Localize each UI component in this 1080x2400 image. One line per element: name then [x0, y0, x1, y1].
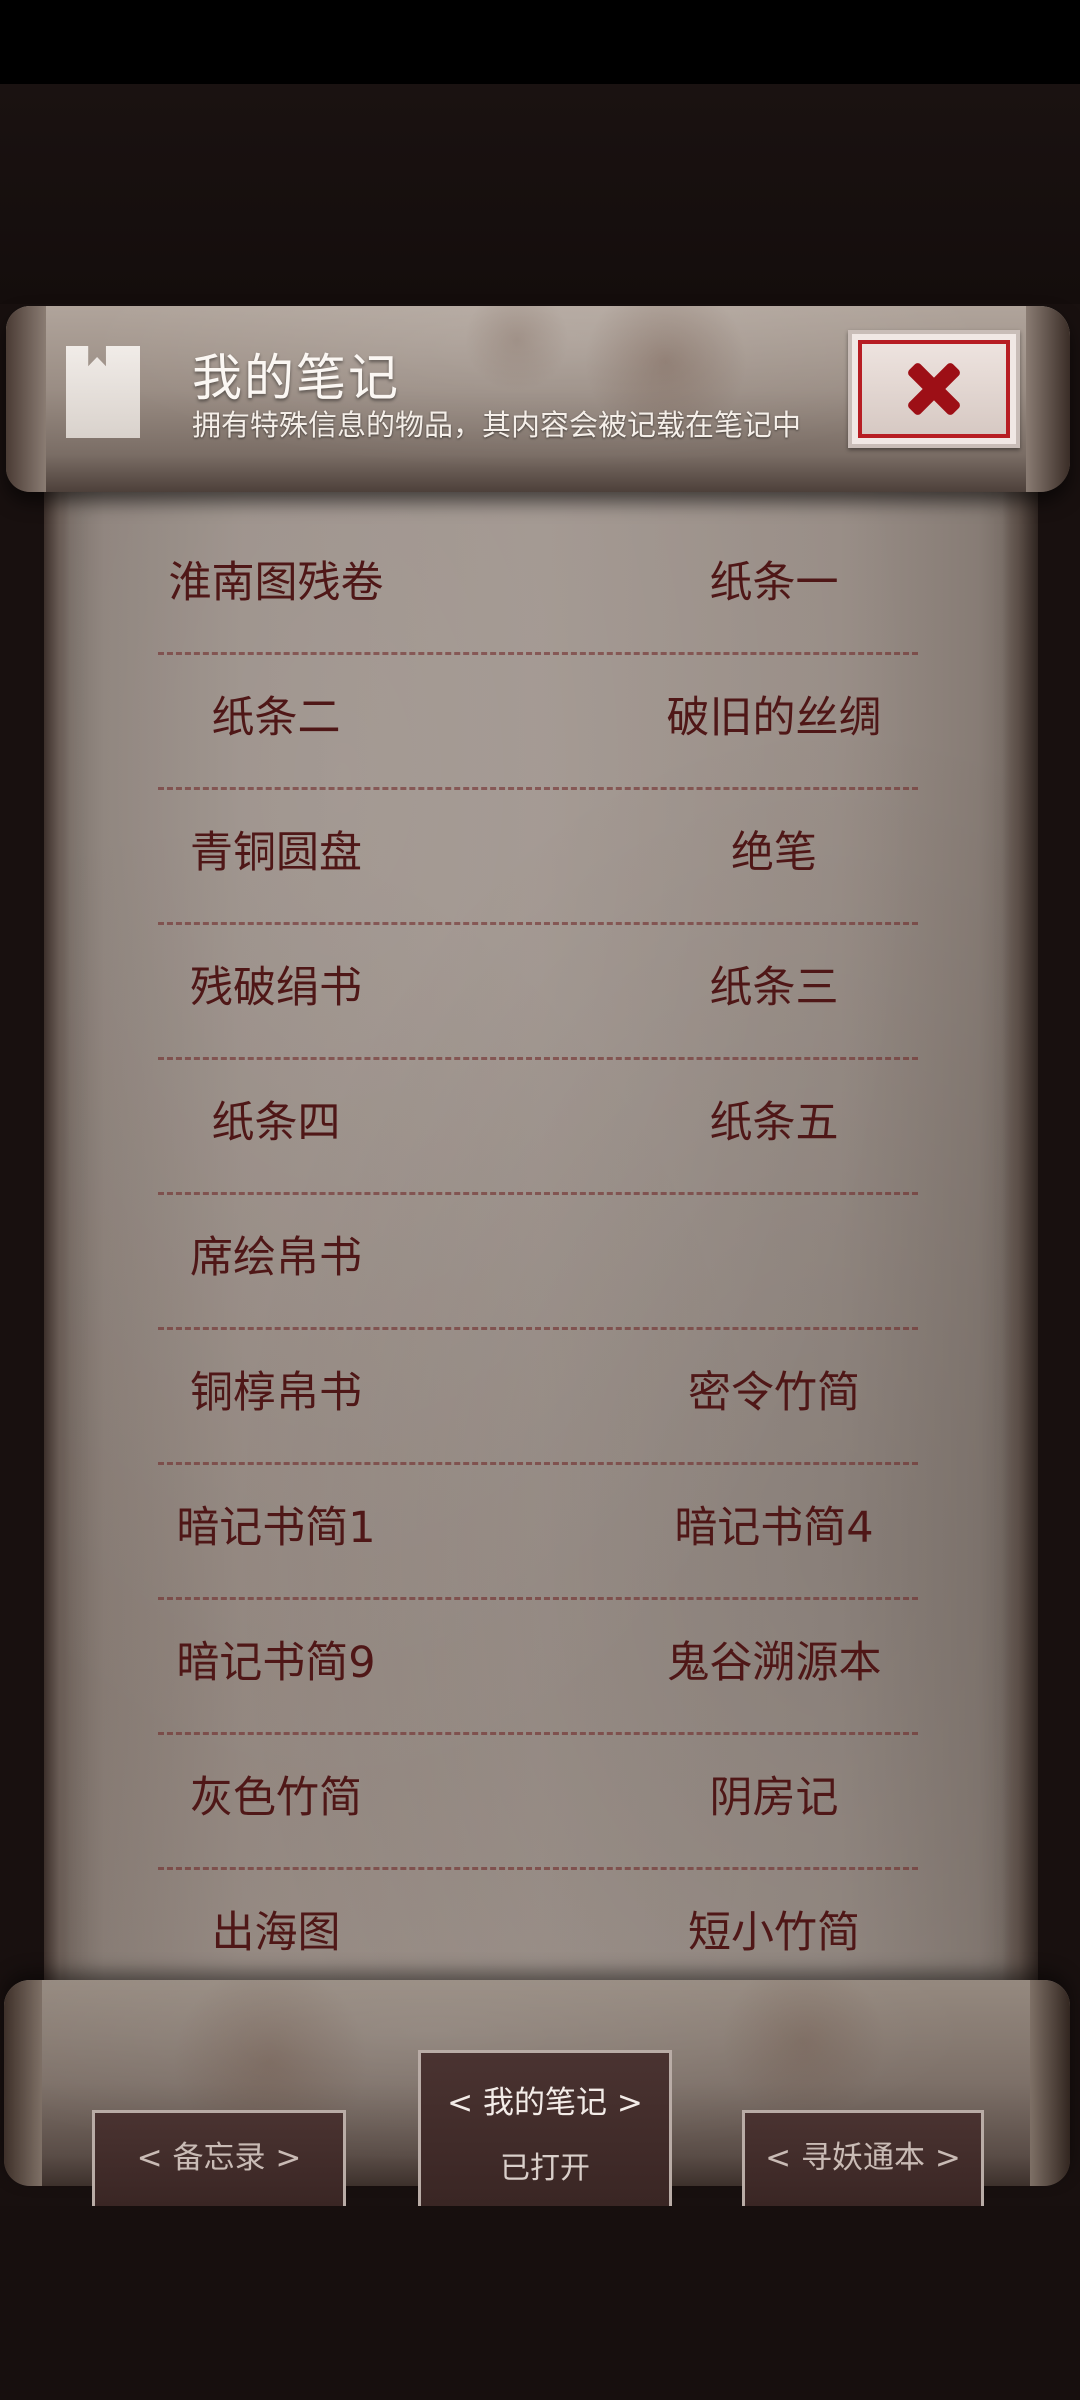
- note-item[interactable]: 破旧的丝绸: [604, 683, 944, 745]
- close-button[interactable]: [848, 330, 1020, 448]
- background-shadow: [0, 84, 1080, 304]
- note-item[interactable]: 阴房记: [604, 1763, 944, 1825]
- note-item[interactable]: 纸条五: [604, 1088, 944, 1150]
- note-row: 淮南图残卷 纸条一: [158, 520, 918, 655]
- note-item[interactable]: 纸条四: [106, 1088, 446, 1150]
- note-item[interactable]: 暗记书简1: [106, 1493, 446, 1555]
- close-icon: [904, 359, 964, 419]
- note-row: 纸条四 纸条五: [158, 1060, 918, 1195]
- status-bar: [0, 0, 1080, 84]
- note-item[interactable]: 纸条三: [604, 953, 944, 1015]
- note-item[interactable]: 灰色竹简: [106, 1763, 446, 1825]
- note-item[interactable]: 出海图: [106, 1898, 446, 1960]
- note-item[interactable]: 短小竹简: [604, 1898, 944, 1960]
- note-row: 纸条二 破旧的丝绸: [158, 655, 918, 790]
- note-item[interactable]: 残破绢书: [106, 953, 446, 1015]
- page-subtitle: 拥有特殊信息的物品，其内容会被记载在笔记中: [192, 408, 802, 442]
- note-row: 席绘帛书: [158, 1195, 918, 1330]
- note-item[interactable]: 淮南图残卷: [106, 548, 446, 610]
- note-item[interactable]: 暗记书简9: [106, 1628, 446, 1690]
- note-row: 灰色竹简 阴房记: [158, 1735, 918, 1870]
- note-item[interactable]: 纸条二: [106, 683, 446, 745]
- note-item[interactable]: 绝笔: [604, 818, 944, 880]
- note-item[interactable]: 密令竹简: [604, 1358, 944, 1420]
- page-title: 我的笔记: [192, 349, 400, 407]
- note-item[interactable]: 纸条一: [604, 548, 944, 610]
- note-row: 青铜圆盘 绝笔: [158, 790, 918, 925]
- note-row: 暗记书简1 暗记书简4: [158, 1465, 918, 1600]
- tab-memo[interactable]: < 备忘录 >: [92, 2110, 346, 2206]
- tab-my-notes-label: < 我的笔记 >: [447, 2085, 643, 2121]
- note-item[interactable]: 青铜圆盘: [106, 818, 446, 880]
- note-row: 暗记书简9 鬼谷溯源本: [158, 1600, 918, 1735]
- note-row: 铜椁帛书 密令竹简: [158, 1330, 918, 1465]
- note-item[interactable]: 铜椁帛书: [106, 1358, 446, 1420]
- bottom-background: [0, 2206, 1080, 2400]
- tab-my-notes[interactable]: < 我的笔记 > 已打开: [418, 2050, 672, 2206]
- note-row: 残破绢书 纸条三: [158, 925, 918, 1060]
- note-item[interactable]: 席绘帛书: [106, 1223, 446, 1285]
- note-item[interactable]: 鬼谷溯源本: [604, 1628, 944, 1690]
- note-item[interactable]: 暗记书简4: [604, 1493, 944, 1555]
- notes-list: 淮南图残卷 纸条一 纸条二 破旧的丝绸 青铜圆盘 绝笔 残破绢书 纸条三 纸条四…: [158, 520, 918, 1990]
- tab-monster-guide[interactable]: < 寻妖通本 >: [742, 2110, 984, 2206]
- tab-my-notes-status: 已打开: [500, 2151, 590, 2186]
